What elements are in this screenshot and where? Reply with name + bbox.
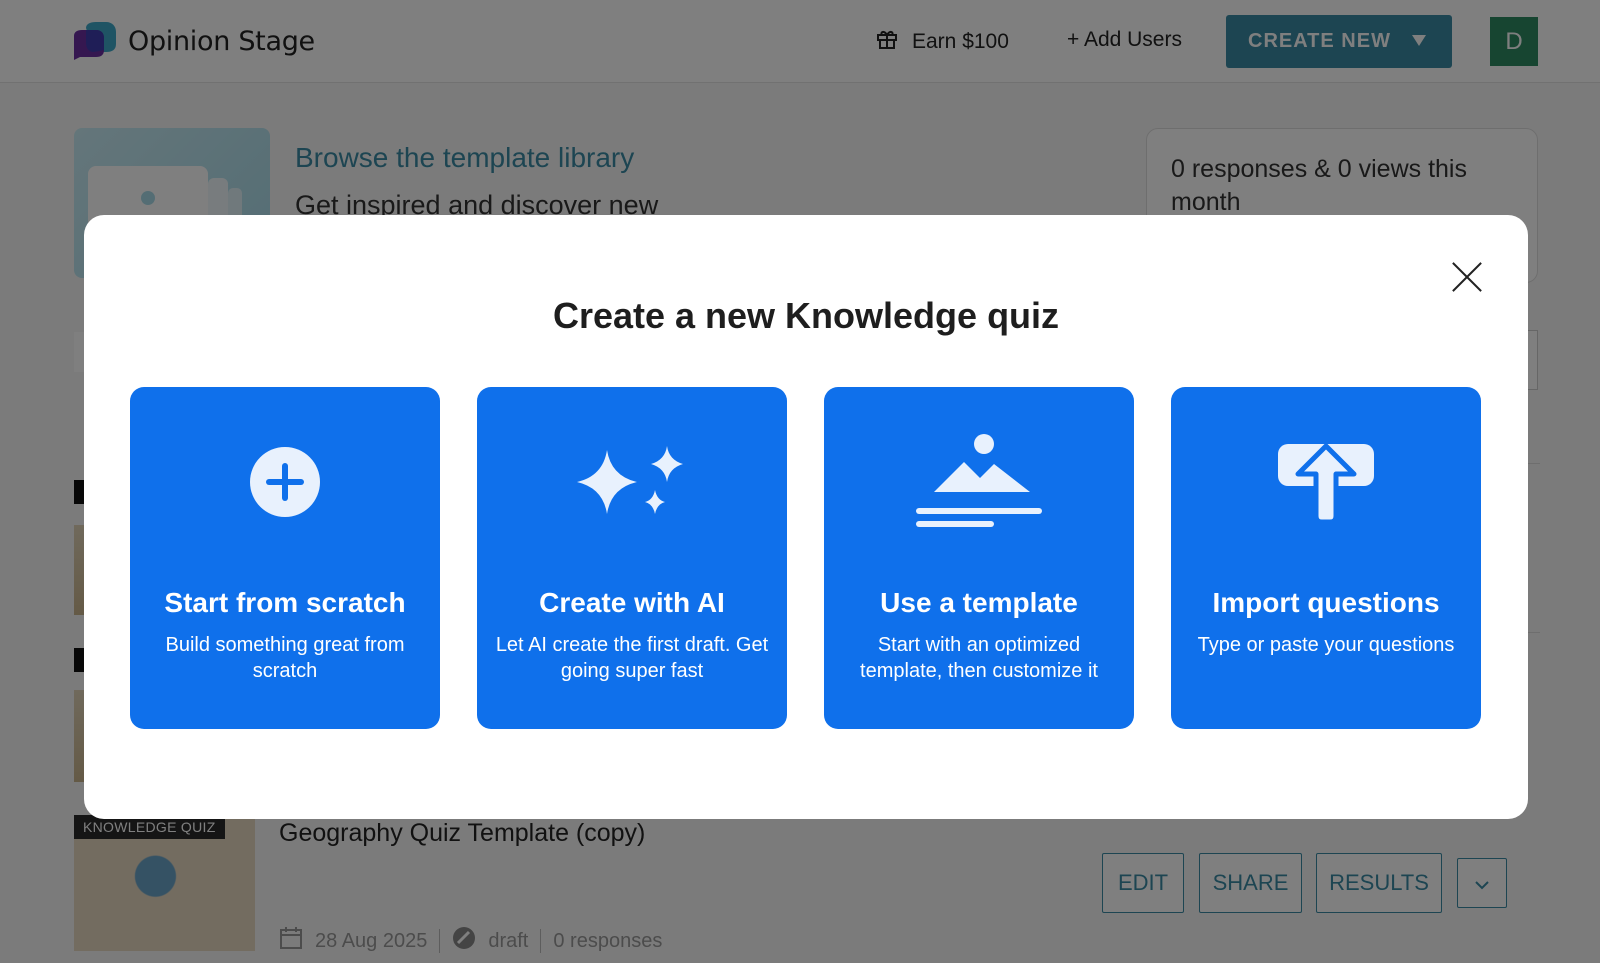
use-a-template-card[interactable]: Use a template Start with an optimized t… xyxy=(824,387,1134,729)
card-description: Start with an optimized template, then c… xyxy=(860,634,1098,682)
start-from-scratch-card[interactable]: Start from scratch Build something great… xyxy=(130,387,440,729)
card-title: Use a template xyxy=(880,587,1078,618)
card-description: Let AI create the first draft. Get going… xyxy=(495,634,769,682)
creation-options: Start from scratch Build something great… xyxy=(130,387,1481,729)
card-title: Create with AI xyxy=(539,587,725,618)
close-icon[interactable] xyxy=(1450,260,1484,294)
sparkles-icon xyxy=(477,427,787,537)
card-title: Import questions xyxy=(1212,587,1440,618)
card-description: Type or paste your questions xyxy=(1197,634,1455,656)
create-with-ai-card[interactable]: Create with AI Let AI create the first d… xyxy=(477,387,787,729)
card-title: Start from scratch xyxy=(164,587,406,618)
template-landscape-icon xyxy=(824,427,1134,537)
card-description: Build something great from scratch xyxy=(165,634,405,682)
plus-circle-icon xyxy=(130,427,440,537)
import-questions-card[interactable]: Import questions Type or paste your ques… xyxy=(1171,387,1481,729)
modal-title: Create a new Knowledge quiz xyxy=(552,295,1060,336)
create-quiz-modal: Create a new Knowledge quiz Start from s… xyxy=(84,215,1528,819)
upload-cloud-icon xyxy=(1171,427,1481,537)
